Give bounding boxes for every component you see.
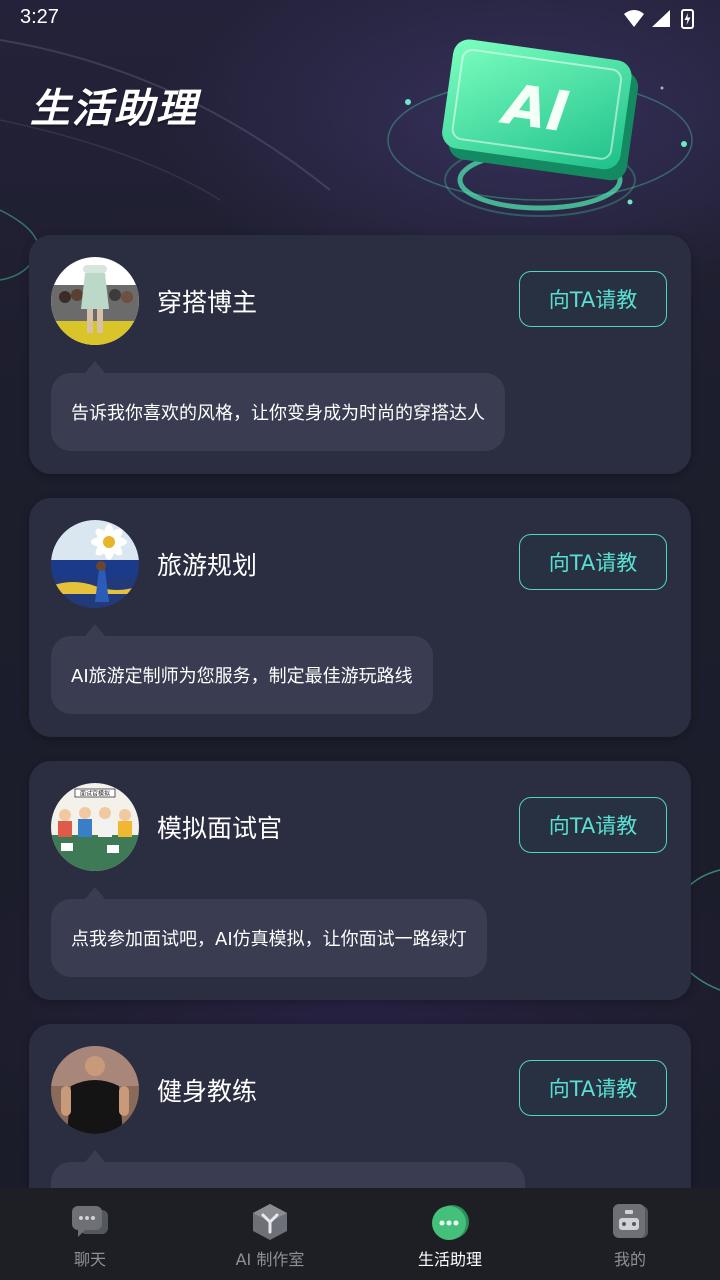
- description-bubble: 告诉我你喜欢的风格，让你变身成为时尚的穿搭达人: [51, 361, 505, 451]
- chat-bubble-icon: [72, 1206, 108, 1237]
- nav-label: AI 制作室: [235, 1250, 305, 1269]
- bubble-tail: [85, 887, 105, 899]
- bottom-navigation: 聊天 AI 制作室 生活助理 我的: [0, 1188, 720, 1280]
- description-text: 点我参加面试吧，AI仿真模拟，让你面试一路绿灯: [71, 929, 467, 950]
- robot-face-icon: [613, 1204, 648, 1238]
- bubble-tail: [85, 361, 105, 373]
- bubble-tail: [85, 1150, 105, 1162]
- ask-button[interactable]: 向TA请教: [519, 534, 667, 590]
- assistant-card-interview[interactable]: 面试官模拟 模拟面试官 向TA请教 点我参加面试吧，AI仿真模拟，让你面试一路绿…: [29, 761, 691, 1000]
- assistant-card-travel[interactable]: 旅游规划 向TA请教 AI旅游定制师为您服务，制定最佳游玩路线: [29, 498, 691, 737]
- assistant-bubble-icon: [432, 1205, 469, 1240]
- avatar: [51, 1046, 139, 1134]
- nav-tab-life-assistant[interactable]: 生活助理: [360, 1188, 540, 1280]
- nav-label: 聊天: [73, 1250, 106, 1269]
- description-bubble: AI旅游定制师为您服务，制定最佳游玩路线: [51, 624, 433, 714]
- cube-icon: [253, 1204, 287, 1240]
- avatar: [51, 520, 139, 608]
- assistant-name: 模拟面试官: [157, 814, 283, 843]
- assistant-list: 穿搭博主 向TA请教 告诉我你喜欢的风格，让你变身成为时尚的穿搭达人 旅游规划 …: [0, 0, 720, 1280]
- ask-button[interactable]: 向TA请教: [519, 797, 667, 853]
- bubble-tail: [85, 624, 105, 636]
- description-text: 告诉我你喜欢的风格，让你变身成为时尚的穿搭达人: [71, 403, 485, 424]
- ask-button[interactable]: 向TA请教: [519, 1060, 667, 1116]
- nav-tab-ai-studio[interactable]: AI 制作室: [180, 1188, 360, 1280]
- description-bubble: 点我参加面试吧，AI仿真模拟，让你面试一路绿灯: [51, 887, 487, 977]
- interview-banner-text: 面试官模拟: [80, 790, 110, 798]
- avatar: 面试官模拟: [51, 783, 139, 871]
- assistant-name: 旅游规划: [157, 551, 258, 580]
- nav-tab-chat[interactable]: 聊天: [0, 1188, 180, 1280]
- description-text: AI旅游定制师为您服务，制定最佳游玩路线: [71, 666, 413, 687]
- nav-label: 生活助理: [417, 1250, 482, 1269]
- assistant-name: 健身教练: [157, 1077, 258, 1106]
- avatar: [51, 257, 139, 345]
- nav-label: 我的: [613, 1250, 646, 1269]
- ask-button[interactable]: 向TA请教: [519, 271, 667, 327]
- assistant-card-fashion[interactable]: 穿搭博主 向TA请教 告诉我你喜欢的风格，让你变身成为时尚的穿搭达人: [29, 235, 691, 474]
- nav-tab-profile[interactable]: 我的: [540, 1188, 720, 1280]
- assistant-name: 穿搭博主: [157, 288, 258, 317]
